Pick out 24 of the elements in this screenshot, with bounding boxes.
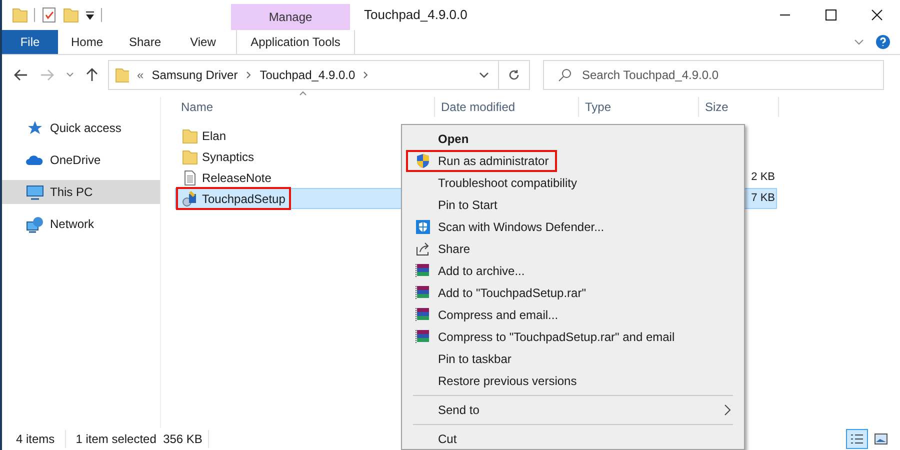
menu-item-label: Cut xyxy=(438,431,457,448)
file-name: Synaptics xyxy=(202,148,254,166)
menu-item-label: Send to xyxy=(438,402,480,419)
menu-item-label: Add to "TouchpadSetup.rar" xyxy=(438,285,586,302)
context-tab-group: Manage xyxy=(231,4,350,30)
menu-item-label: Compress and email... xyxy=(438,307,558,324)
menu-item-label: Share xyxy=(438,241,470,258)
status-text: 1 item selected 356 KB xyxy=(66,430,210,448)
menu-item-label: Scan with Windows Defender... xyxy=(438,219,604,236)
status-text: 4 items xyxy=(2,430,66,448)
menu-item-label: Pin to Start xyxy=(438,197,498,214)
menu-item-label: Open xyxy=(438,131,469,148)
menu-item-label: Pin to taskbar xyxy=(438,351,512,368)
menu-item-label: Compress to "TouchpadSetup.rar" and email xyxy=(438,329,675,346)
menu-item-label: Troubleshoot compatibility xyxy=(438,175,577,192)
menu-item-label: Restore previous versions xyxy=(438,373,577,390)
file-name: Elan xyxy=(202,128,226,144)
file-name: ReleaseNote xyxy=(202,170,272,186)
menu-item-label: Add to archive... xyxy=(438,263,525,280)
file-size: 2 KB xyxy=(751,170,776,186)
menu-item-label: Run as administrator xyxy=(438,153,549,170)
window-title: Touchpad_4.9.0.0 xyxy=(364,6,468,24)
file-size: 7 KB xyxy=(751,191,776,206)
file-name: TouchpadSetup xyxy=(202,190,286,208)
